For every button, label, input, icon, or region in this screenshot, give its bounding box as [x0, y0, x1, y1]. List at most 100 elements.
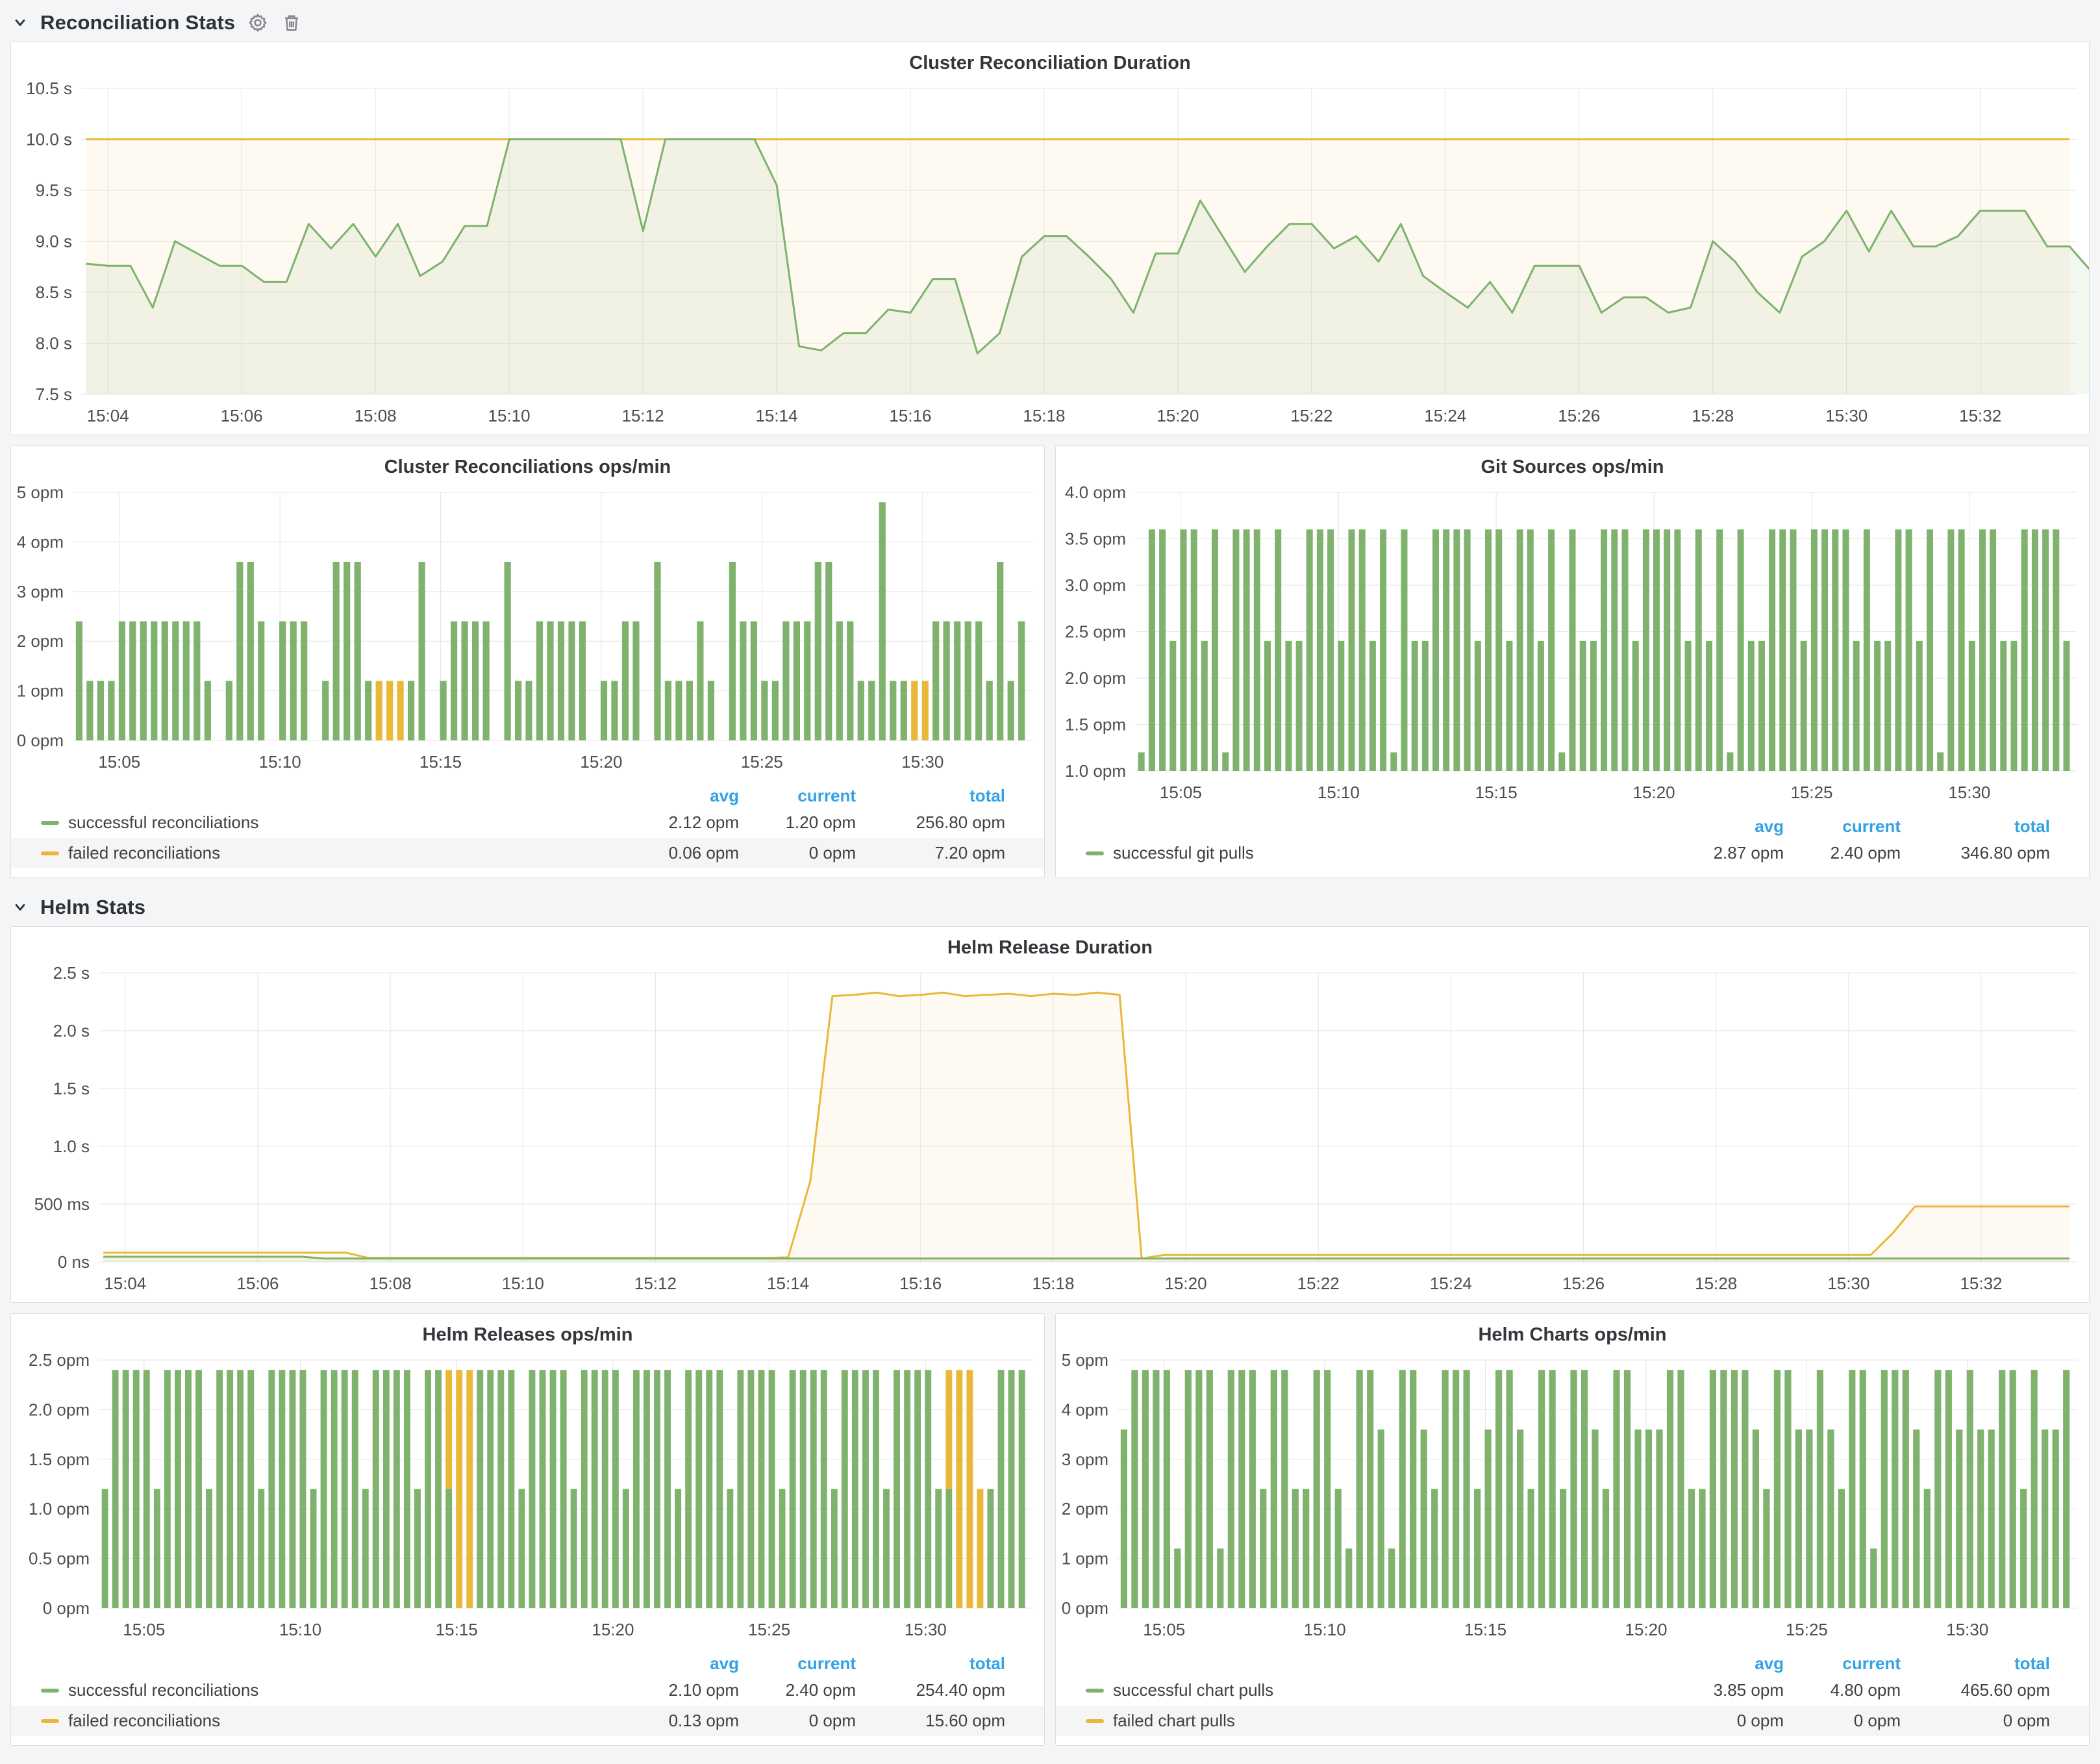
legend-value: 1.20 opm [739, 813, 856, 833]
series-color-dash [41, 851, 59, 855]
legend-sort-total[interactable]: total [856, 1654, 1005, 1674]
svg-text:15:26: 15:26 [1562, 1274, 1605, 1293]
svg-text:2.0 opm: 2.0 opm [29, 1400, 90, 1419]
svg-text:15:32: 15:32 [1960, 1274, 2002, 1293]
svg-text:15:22: 15:22 [1290, 406, 1332, 425]
series-color-dash [41, 1719, 59, 1723]
legend-value: 0.06 opm [609, 843, 739, 863]
legend-series-toggle[interactable]: successful reconciliations [41, 1680, 609, 1700]
legend-sort-avg[interactable]: avg [609, 786, 739, 806]
legend-header: avgcurrenttotal [1056, 1652, 2089, 1675]
legend-sort-total[interactable]: total [1901, 816, 2050, 837]
svg-text:5 opm: 5 opm [1062, 1350, 1108, 1370]
legend-value: 2.10 opm [609, 1680, 739, 1700]
section-title[interactable]: Helm Stats [40, 896, 145, 919]
svg-text:15:15: 15:15 [436, 1620, 478, 1639]
svg-text:15:25: 15:25 [748, 1620, 790, 1639]
gear-icon[interactable] [247, 12, 269, 34]
legend-series-toggle[interactable]: failed reconciliations [41, 843, 609, 863]
svg-text:15:18: 15:18 [1032, 1274, 1074, 1293]
row-header-reconciliation-stats[interactable]: Reconciliation Stats [10, 5, 2090, 42]
panel-helm-release-duration: Helm Release Duration 15:0415:0615:0815:… [10, 926, 2090, 1303]
svg-text:15:20: 15:20 [592, 1620, 634, 1639]
svg-text:1 opm: 1 opm [17, 681, 64, 701]
svg-text:15:30: 15:30 [1825, 406, 1868, 425]
svg-text:10.0 s: 10.0 s [26, 130, 72, 149]
legend-sort-avg[interactable]: avg [609, 1654, 739, 1674]
chart-cluster-reconciliations-opm[interactable]: 15:0515:1015:1515:2015:2515:300 opm1 opm… [11, 482, 1044, 781]
svg-text:15:06: 15:06 [221, 406, 263, 425]
panel-title[interactable]: Git Sources ops/min [1056, 446, 2089, 482]
svg-text:15:28: 15:28 [1695, 1274, 1737, 1293]
svg-text:15:05: 15:05 [98, 752, 140, 772]
svg-text:15:15: 15:15 [1475, 783, 1518, 802]
svg-text:0.5 opm: 0.5 opm [29, 1549, 90, 1569]
chevron-down-icon[interactable] [12, 14, 29, 31]
legend-helm-releases: avgcurrenttotalsuccessful reconciliation… [11, 1648, 1044, 1745]
row-header-helm-stats[interactable]: Helm Stats [10, 890, 2090, 926]
legend-sort-current[interactable]: current [739, 1654, 856, 1674]
svg-text:2.0 opm: 2.0 opm [1065, 668, 1126, 688]
svg-text:15:25: 15:25 [1790, 783, 1832, 802]
legend-row: successful chart pulls3.85 opm4.80 opm46… [1056, 1675, 2089, 1706]
panel-row-2: Helm Releases ops/min 15:05 15:10 15:15 15:… [10, 1313, 2090, 1746]
panel-row-1: Cluster Reconciliations ops/min 15:0515:… [10, 446, 2090, 878]
svg-text:3.0 opm: 3.0 opm [1065, 575, 1126, 595]
svg-text:3 opm: 3 opm [1062, 1450, 1108, 1469]
legend-value: 0 opm [1654, 1711, 1784, 1731]
panel-title[interactable]: Cluster Reconciliations ops/min [11, 446, 1044, 482]
legend-sort-current[interactable]: current [739, 786, 856, 806]
chevron-down-icon[interactable] [12, 899, 29, 916]
legend-series-toggle[interactable]: failed reconciliations [41, 1711, 609, 1731]
legend-sort-current[interactable]: current [1784, 1654, 1901, 1674]
section-title[interactable]: Reconciliation Stats [40, 11, 235, 34]
legend-row: successful reconciliations2.12 opm1.20 o… [11, 807, 1044, 838]
legend-row: successful reconciliations2.10 opm2.40 o… [11, 1675, 1044, 1706]
legend-sort-total[interactable]: total [856, 786, 1005, 806]
chart-helm-releases-opm[interactable]: 15:0515:1015:1515:2015:2515:300 opm0.5 o… [11, 1350, 1044, 1648]
panel-cluster-reconciliation-duration: Cluster Reconciliation Duration 15:0415:… [10, 42, 2090, 435]
panel-title[interactable]: Cluster Reconciliation Duration [11, 42, 2089, 78]
svg-text:15:30: 15:30 [1948, 783, 1990, 802]
svg-text:3 opm: 3 opm [17, 582, 64, 601]
legend-sort-avg[interactable]: avg [1654, 816, 1784, 837]
chart-git-sources-opm[interactable]: 15:0515:1015:1515:2015:2515:301.0 opm1.5… [1056, 482, 2089, 811]
series-color-dash [1086, 1689, 1104, 1693]
chart-helm-charts-opm[interactable]: 15:0515:1015:1515:2015:2515:300 opm1 opm… [1056, 1350, 2089, 1648]
svg-text:2 opm: 2 opm [1062, 1499, 1108, 1518]
legend-series-toggle[interactable]: successful reconciliations [41, 813, 609, 833]
panel-cluster-reconciliations-opm: Cluster Reconciliations ops/min 15:0515:… [10, 446, 1045, 878]
legend-header: avgcurrenttotal [11, 785, 1044, 807]
legend-value: 0 opm [1784, 1711, 1901, 1731]
panel-title[interactable]: Helm Releases ops/min [11, 1314, 1044, 1350]
trash-icon[interactable] [281, 12, 303, 34]
legend-sort-avg[interactable]: avg [1654, 1654, 1784, 1674]
panel-title[interactable]: Helm Release Duration [11, 927, 2089, 963]
legend-value: 254.40 opm [856, 1680, 1005, 1700]
legend-row: failed reconciliations0.13 opm0 opm15.60… [11, 1706, 1044, 1736]
legend-git-sources: avgcurrenttotalsuccessful git pulls2.87 … [1056, 811, 2089, 877]
legend-sort-current[interactable]: current [1784, 816, 1901, 837]
svg-text:15:10: 15:10 [502, 1274, 544, 1293]
legend-header: avgcurrenttotal [11, 1652, 1044, 1675]
svg-text:15:20: 15:20 [580, 752, 622, 772]
svg-text:1.5 s: 1.5 s [53, 1079, 90, 1098]
svg-text:15:30: 15:30 [1827, 1274, 1869, 1293]
svg-text:15:30: 15:30 [1946, 1620, 1988, 1639]
svg-text:15:32: 15:32 [1959, 406, 2001, 425]
svg-text:15:30: 15:30 [901, 752, 944, 772]
legend-series-toggle[interactable]: successful chart pulls [1086, 1680, 1654, 1700]
chart-helm-release-duration[interactable]: 15:0415:0615:0815:1015:1215:1415:1615:18… [11, 963, 2089, 1302]
svg-text:15:10: 15:10 [1304, 1620, 1346, 1639]
legend-value: 7.20 opm [856, 843, 1005, 863]
svg-text:15:24: 15:24 [1430, 1274, 1472, 1293]
svg-text:0 opm: 0 opm [1062, 1598, 1108, 1618]
svg-text:15:05: 15:05 [123, 1620, 165, 1639]
chart-cluster-reconciliation-duration[interactable]: 15:0415:0615:0815:1015:1215:1415:1615:18… [11, 78, 2089, 435]
legend-series-toggle[interactable]: failed chart pulls [1086, 1711, 1654, 1731]
legend-sort-total[interactable]: total [1901, 1654, 2050, 1674]
svg-text:8.5 s: 8.5 s [36, 283, 72, 302]
legend-value: 256.80 opm [856, 813, 1005, 833]
legend-series-toggle[interactable]: successful git pulls [1086, 843, 1654, 863]
panel-title[interactable]: Helm Charts ops/min [1056, 1314, 2089, 1350]
